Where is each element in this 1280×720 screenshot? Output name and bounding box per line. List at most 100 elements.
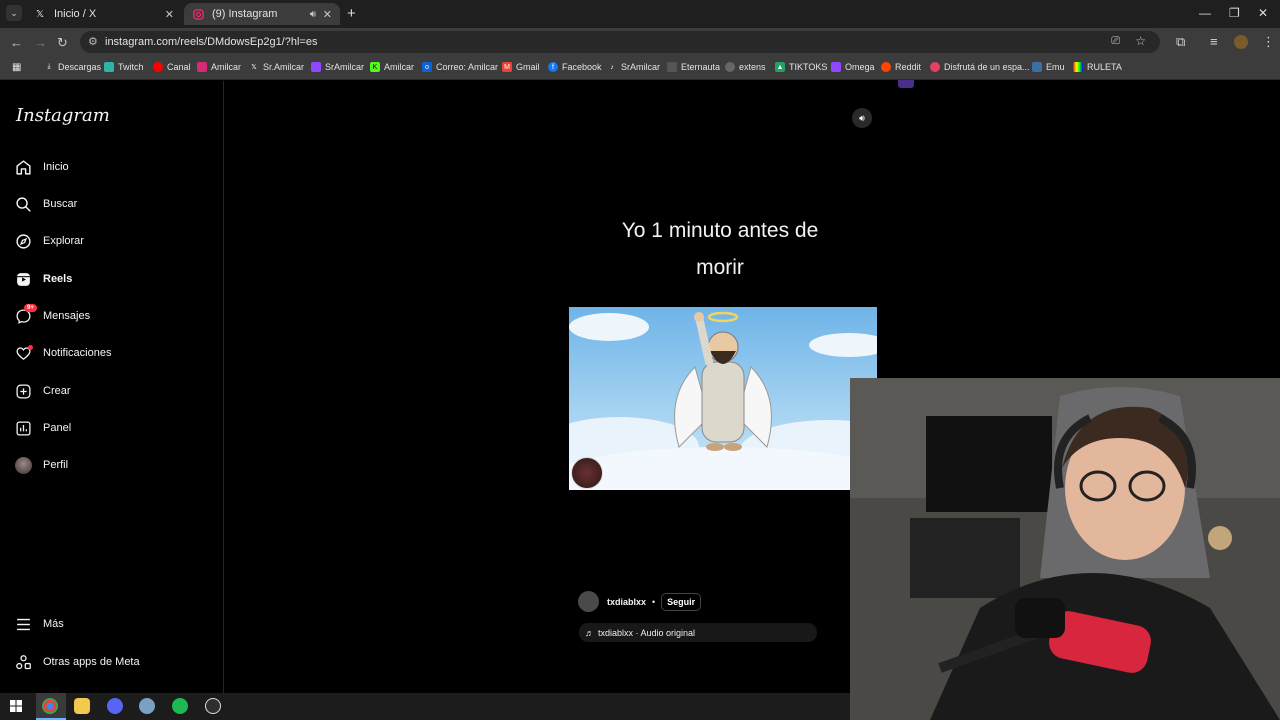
- gmail-icon: M: [502, 62, 512, 72]
- bookmark-sramilcar-tiktok[interactable]: ♪ SrAmilcar: [607, 62, 660, 72]
- download-icon: ⤓: [47, 63, 51, 70]
- bookmark-emu[interactable]: Emu: [1032, 62, 1065, 72]
- drive-icon: ▲: [775, 62, 785, 72]
- nav-item-otras-apps[interactable]: Otras apps de Meta: [14, 650, 140, 674]
- nav-item-buscar[interactable]: Buscar: [14, 192, 77, 216]
- nav-item-crear[interactable]: Crear: [14, 379, 71, 403]
- meta-apps-icon: [14, 653, 32, 671]
- twitch-icon: [104, 62, 114, 72]
- nav-item-perfil[interactable]: Perfil: [14, 453, 68, 477]
- tab-inicio-x[interactable]: 𝕏 Inicio / X ✕: [26, 3, 182, 25]
- follow-button[interactable]: Seguir: [661, 592, 702, 611]
- tab-list-button[interactable]: ⌄: [6, 5, 22, 21]
- app-icon[interactable]: [139, 698, 155, 714]
- bookmark-amilcar-instagram[interactable]: Amilcar: [197, 62, 241, 72]
- apps-grid-icon[interactable]: ▦: [12, 62, 21, 73]
- minimize-icon[interactable]: —: [1199, 6, 1211, 20]
- document-icon: [667, 62, 677, 72]
- tab-audio-icon[interactable]: 🔊︎: [310, 9, 316, 20]
- volume-icon[interactable]: 🔊︎: [852, 108, 872, 128]
- obs-icon[interactable]: [205, 698, 221, 714]
- x-logo-icon: 𝕏: [35, 8, 45, 20]
- chrome-menu-icon[interactable]: ⋮: [1262, 34, 1275, 50]
- nav-item-mas[interactable]: Más: [14, 612, 64, 636]
- nav-item-mensajes[interactable]: 9+ Mensajes: [14, 304, 90, 328]
- reddit-icon: [881, 62, 891, 72]
- bookmark-amilcar-kick[interactable]: K Amilcar: [370, 62, 414, 72]
- bookmark-ruleta[interactable]: RULETA: [1073, 62, 1122, 72]
- bookmark-twitch[interactable]: Twitch: [104, 62, 144, 72]
- profile-avatar[interactable]: [1234, 35, 1248, 49]
- spotify-icon[interactable]: [172, 698, 188, 714]
- site-icon: [930, 62, 940, 72]
- tiktok-icon: ♪: [610, 63, 614, 71]
- bookmark-descargas[interactable]: ⤓ Descargas: [44, 62, 101, 72]
- address-bar[interactable]: ⚙ instagram.com/reels/DMdowsEp2g1/?hl=es…: [80, 31, 1160, 53]
- reel-sticker-avatar: [571, 457, 603, 489]
- extensions-icon[interactable]: ⧉: [1176, 34, 1185, 50]
- search-icon: [14, 195, 32, 213]
- stream-overlay-icon: [898, 80, 914, 88]
- bookmark-disfruta[interactable]: Disfrutá de un espa...: [930, 62, 1030, 72]
- nav-item-reels[interactable]: Reels: [14, 267, 72, 291]
- windows-taskbar: [0, 693, 850, 720]
- avatar[interactable]: [578, 591, 599, 612]
- reel-audio-pill[interactable]: ♬ txdiablxx · Audio original: [579, 623, 817, 642]
- facebook-icon: f: [548, 62, 558, 72]
- bookmark-omega[interactable]: Omega: [831, 62, 875, 72]
- webcam-overlay: [850, 378, 1280, 720]
- install-app-icon[interactable]: ⎚: [1111, 35, 1120, 48]
- nav-item-explorar[interactable]: Explorar: [14, 229, 84, 253]
- media-control-icon[interactable]: ≡: [1210, 34, 1218, 49]
- bookmark-star-icon[interactable]: ☆: [1135, 34, 1146, 48]
- reel-video[interactable]: [569, 307, 877, 490]
- nav-item-notificaciones[interactable]: Notificaciones: [14, 341, 111, 365]
- back-icon[interactable]: ←: [10, 35, 23, 50]
- close-tab-icon[interactable]: ✕: [323, 8, 332, 21]
- discord-icon[interactable]: [107, 698, 123, 714]
- browser-tab-strip: ⌄ 𝕏 Inicio / X ✕ (9) Instagram 🔊︎ ✕ + — …: [0, 0, 1280, 28]
- angel-cartoon-image: [569, 311, 877, 490]
- bookmark-tiktoks[interactable]: ▲ TIKTOKS: [775, 62, 827, 72]
- restore-icon[interactable]: ❐: [1229, 6, 1240, 20]
- messages-badge: 9+: [24, 304, 37, 312]
- separator-dot: •: [652, 596, 656, 607]
- reel-author-row: txdiablxx • Seguir: [578, 591, 702, 612]
- instagram-logo[interactable]: Instagram: [16, 105, 110, 126]
- forward-icon[interactable]: →: [34, 35, 47, 50]
- bookmark-reddit[interactable]: Reddit: [881, 62, 921, 72]
- file-explorer-icon[interactable]: [74, 698, 90, 714]
- twitch-icon: [311, 62, 321, 72]
- reel-caption-line-1: Yo 1 minuto antes de: [621, 219, 819, 242]
- outlook-icon: o: [422, 62, 432, 72]
- bookmark-correo[interactable]: o Correo: Amilcar: [422, 62, 498, 72]
- windows-start-icon[interactable]: [8, 698, 24, 714]
- bookmark-extens[interactable]: extens: [725, 62, 766, 72]
- plus-square-icon: [14, 382, 32, 400]
- wheel-icon: [1073, 62, 1083, 72]
- tab-title: (9) Instagram: [212, 8, 278, 20]
- tab-title: Inicio / X: [54, 8, 97, 20]
- reload-icon[interactable]: ↻: [57, 35, 68, 51]
- tab-instagram[interactable]: (9) Instagram 🔊︎ ✕: [184, 3, 340, 25]
- url-text[interactable]: instagram.com/reels/DMdowsEp2g1/?hl=es: [105, 36, 317, 48]
- bookmark-sr-amilcar-x[interactable]: 𝕏 Sr.Amilcar: [249, 62, 304, 72]
- reel-author-name[interactable]: txdiablxx: [607, 597, 646, 607]
- bookmark-sramilcar-twitch[interactable]: SrAmilcar: [311, 62, 364, 72]
- chrome-icon[interactable]: [42, 698, 58, 714]
- streamer-webcam-image: [850, 378, 1280, 720]
- bookmark-gmail[interactable]: M Gmail: [502, 62, 540, 72]
- nav-item-panel[interactable]: Panel: [14, 416, 71, 440]
- nav-item-inicio[interactable]: Inicio: [14, 155, 69, 179]
- new-tab-button[interactable]: +: [347, 5, 356, 22]
- compass-icon: [14, 232, 32, 250]
- close-tab-icon[interactable]: ✕: [165, 8, 174, 21]
- bookmark-eternauta[interactable]: Eternauta: [667, 62, 720, 72]
- home-icon: [14, 158, 32, 176]
- bookmark-canal[interactable]: Canal: [153, 62, 191, 72]
- youtube-icon: [153, 62, 163, 72]
- reel-caption-line-2: morir: [696, 256, 744, 279]
- bookmark-facebook[interactable]: f Facebook: [548, 62, 602, 72]
- close-window-icon[interactable]: ✕: [1258, 6, 1268, 20]
- site-info-icon[interactable]: ⚙: [88, 35, 98, 48]
